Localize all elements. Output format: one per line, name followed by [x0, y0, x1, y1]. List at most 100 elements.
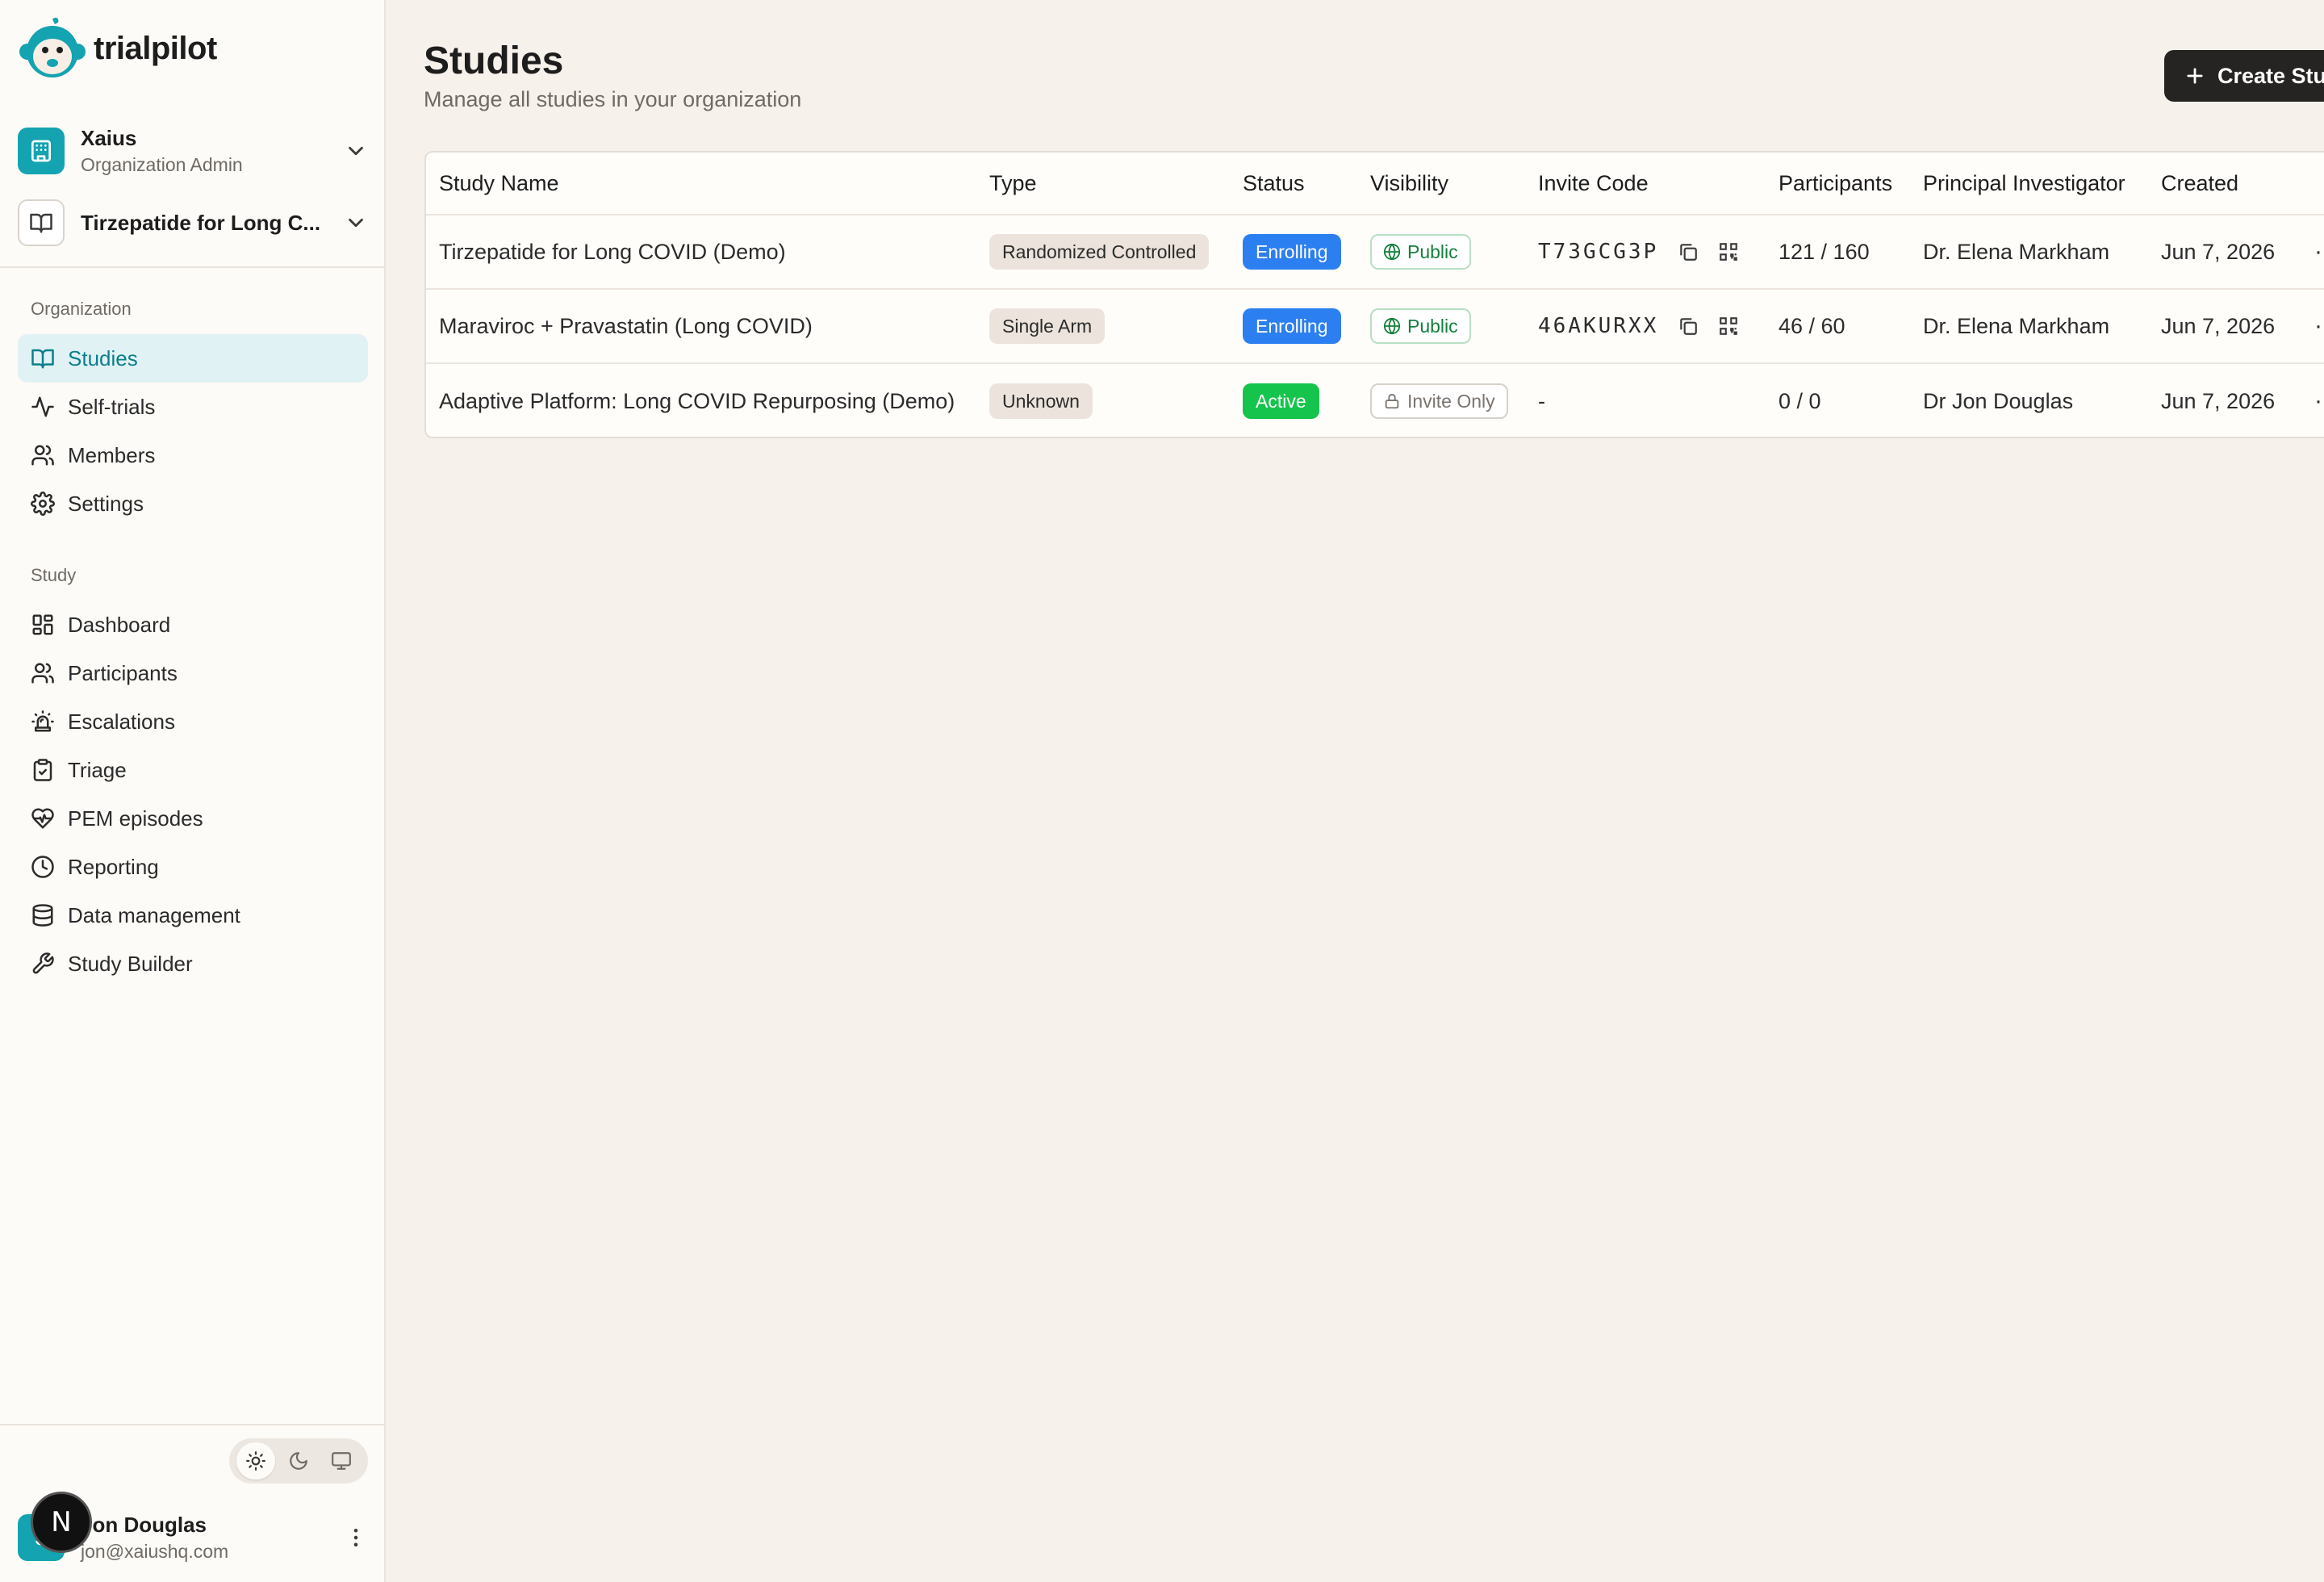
visibility-label: Public: [1407, 241, 1458, 262]
page-subtitle: Manage all studies in your organization: [424, 87, 802, 111]
type-badge: Unknown: [989, 383, 1093, 419]
type-badge: Randomized Controlled: [989, 234, 1210, 270]
sidebar-divider: [0, 1424, 386, 1425]
sidebar-item-settings[interactable]: Settings: [18, 479, 368, 528]
visibility-label: Invite Only: [1407, 390, 1495, 412]
clock-icon: [31, 856, 54, 878]
column-header-invite-code[interactable]: Invite Code: [1538, 153, 1649, 214]
chevron-down-icon: [349, 146, 363, 156]
table-row[interactable]: Maraviroc + Pravastatin (Long COVID) Sin…: [426, 290, 2324, 364]
page-title: Studies: [424, 40, 564, 82]
sidebar-item-reporting[interactable]: Reporting: [18, 843, 368, 891]
sidebar-item-members[interactable]: Members: [18, 431, 368, 479]
column-header-type[interactable]: Type: [989, 153, 1037, 214]
users-icon: [31, 445, 54, 466]
org-switcher[interactable]: Xaius Organization Admin: [18, 126, 368, 176]
column-header-status[interactable]: Status: [1243, 153, 1305, 214]
sidebar-item-label: Self-trials: [68, 394, 156, 419]
principal-investigator: Dr. Elena Markham: [1923, 313, 2110, 338]
sidebar-item-data-management[interactable]: Data management: [18, 891, 368, 940]
wrench-icon: [32, 952, 54, 974]
sidebar-item-escalations[interactable]: Escalations: [18, 697, 368, 746]
study-name-cell[interactable]: Tirzepatide for Long COVID (Demo): [439, 216, 786, 288]
sidebar: trialpilot Xaius Organization Admin Tirz…: [0, 0, 386, 1582]
app-logo[interactable]: trialpilot: [18, 16, 217, 81]
sidebar-item-self-trials[interactable]: Self-trials: [18, 383, 368, 431]
participants-count: 0 / 0: [1779, 388, 1821, 413]
studies-table: Study Name Type Status Visibility Invite…: [424, 151, 2324, 438]
create-study-button[interactable]: Create Study: [2164, 50, 2324, 102]
sidebar-item-label: Studies: [68, 345, 138, 370]
study-name: Tirzepatide for Long C...: [81, 210, 321, 235]
qr-code-icon[interactable]: [1718, 316, 1739, 337]
study-switcher[interactable]: Tirzepatide for Long C...: [18, 199, 368, 246]
status-badge: Active: [1243, 383, 1319, 419]
sidebar-item-pem-episodes[interactable]: PEM episodes: [18, 794, 368, 843]
users-icon: [31, 663, 54, 684]
invite-code: T73GCG3P: [1538, 240, 1659, 264]
monkey-logo-icon: [19, 17, 86, 77]
qr-code-icon[interactable]: [1718, 241, 1739, 262]
visibility-label: Public: [1407, 315, 1458, 337]
column-header-created[interactable]: Created: [2161, 153, 2238, 214]
activity-icon: [31, 396, 54, 417]
sidebar-item-participants[interactable]: Participants: [18, 649, 368, 697]
user-email: jon@xaiushq.com: [81, 1541, 229, 1562]
theme-light-button[interactable]: [236, 1442, 275, 1479]
column-header-participants[interactable]: Participants: [1779, 153, 1892, 214]
principal-investigator: Dr. Elena Markham: [1923, 239, 2110, 264]
sidebar-item-studies[interactable]: Studies: [18, 334, 368, 383]
theme-system-button[interactable]: [322, 1442, 361, 1479]
visibility-badge: Invite Only: [1370, 383, 1508, 419]
table-header-row: Study Name Type Status Visibility Invite…: [426, 153, 2324, 216]
created-date: Jun 7, 2026: [2161, 388, 2276, 413]
app-name: trialpilot: [94, 30, 217, 66]
sidebar-item-label: Settings: [68, 491, 144, 516]
visibility-badge: Public: [1370, 234, 1471, 270]
sidebar-item-dashboard[interactable]: Dashboard: [18, 601, 368, 649]
status-badge: Enrolling: [1243, 234, 1341, 270]
book-open-icon: [18, 199, 65, 246]
sidebar-item-label: Reporting: [68, 854, 159, 879]
study-name-cell[interactable]: Adaptive Platform: Long COVID Repurposin…: [439, 364, 955, 437]
globe-icon: [1383, 317, 1401, 335]
dev-tools-badge[interactable]: N: [31, 1492, 92, 1553]
participants-count: 46 / 60: [1779, 313, 1845, 338]
visibility-badge: Public: [1370, 308, 1471, 344]
study-name-cell[interactable]: Maraviroc + Pravastatin (Long COVID): [439, 290, 813, 362]
moon-icon: [290, 1452, 307, 1470]
more-vertical-icon[interactable]: [344, 1526, 368, 1550]
column-header-principal-investigator[interactable]: Principal Investigator: [1923, 153, 2125, 214]
globe-icon: [1383, 243, 1401, 261]
column-header-study-name[interactable]: Study Name: [439, 153, 559, 214]
copy-icon[interactable]: [1678, 316, 1699, 337]
section-label-study: Study: [31, 565, 77, 585]
status-badge: Enrolling: [1243, 308, 1341, 344]
org-name: Xaius: [81, 126, 137, 150]
plus-icon: [2187, 68, 2203, 84]
table-row[interactable]: Tirzepatide for Long COVID (Demo) Random…: [426, 216, 2324, 290]
table-row[interactable]: Adaptive Platform: Long COVID Repurposin…: [426, 364, 2324, 437]
sidebar-divider: [0, 266, 386, 268]
book-icon: [31, 349, 54, 369]
row-actions-button[interactable]: ···: [2314, 364, 2324, 437]
sidebar-item-label: Triage: [68, 757, 127, 782]
column-header-visibility[interactable]: Visibility: [1370, 153, 1448, 214]
row-actions-button[interactable]: ···: [2314, 290, 2324, 362]
chevron-down-icon: [349, 218, 363, 228]
create-study-label: Create Study: [2217, 63, 2324, 88]
created-date: Jun 7, 2026: [2161, 239, 2276, 264]
principal-investigator: Dr Jon Douglas: [1923, 388, 2074, 413]
section-label-organization: Organization: [31, 299, 132, 319]
sidebar-item-triage[interactable]: Triage: [18, 746, 368, 794]
monitor-icon: [332, 1452, 352, 1470]
heart-pulse-icon: [31, 808, 54, 829]
clipboard-check-icon: [33, 759, 52, 781]
theme-dark-button[interactable]: [279, 1442, 318, 1479]
row-actions-button[interactable]: ···: [2314, 216, 2324, 288]
org-role: Organization Admin: [81, 154, 243, 175]
sidebar-item-label: Dashboard: [68, 612, 171, 637]
participants-count: 121 / 160: [1779, 239, 1870, 264]
sidebar-item-study-builder[interactable]: Study Builder: [18, 940, 368, 988]
copy-icon[interactable]: [1678, 241, 1699, 262]
